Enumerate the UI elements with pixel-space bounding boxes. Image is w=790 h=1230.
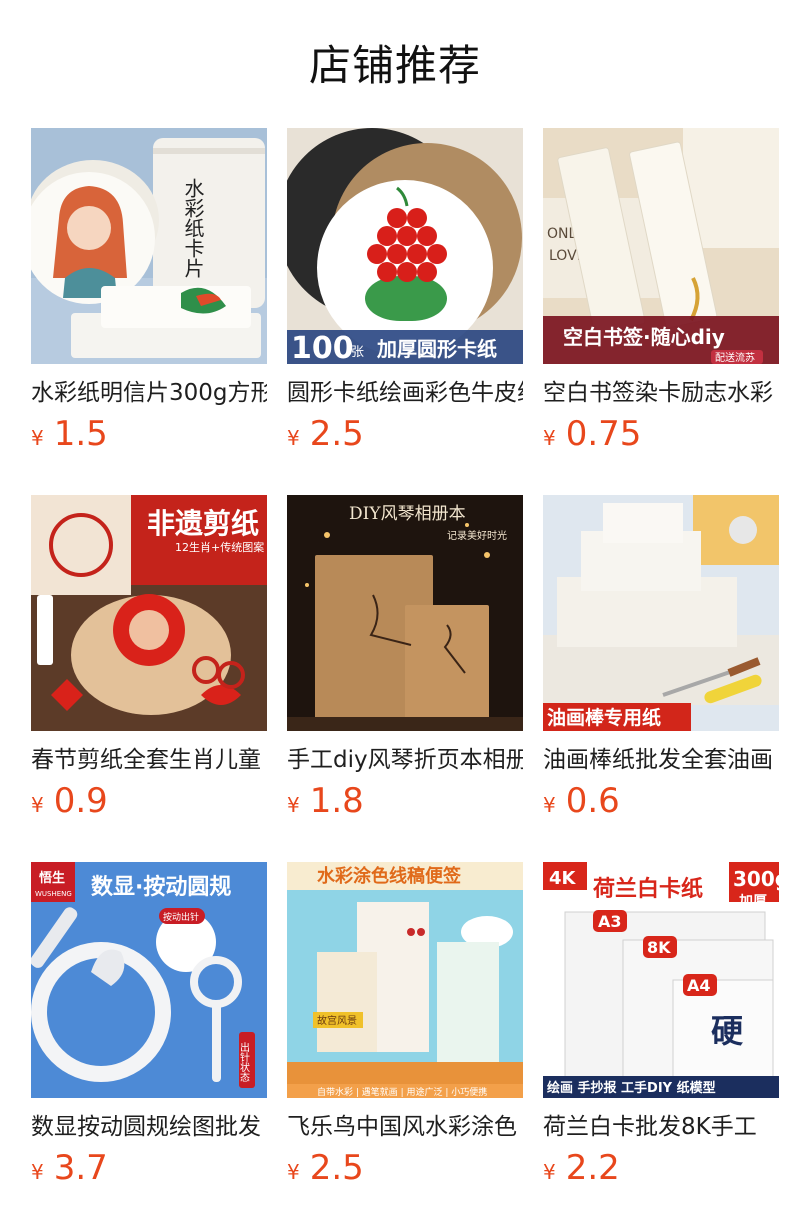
price-value: 2.5 <box>309 414 364 454</box>
product-image: 油画棒专用纸 <box>543 495 779 731</box>
thick-text: 加厚 <box>738 894 767 910</box>
product-image: ONLY ME LOVE YO 空白书签·随心diy 配送流苏 <box>543 128 779 364</box>
banner-number: 100 <box>291 331 354 364</box>
currency-symbol: ¥ <box>287 1160 300 1184</box>
label-4k: 4K <box>549 868 577 889</box>
label-a4: A4 <box>687 976 711 995</box>
overlay-title: 数显·按动圆规 <box>91 874 231 900</box>
product-name: 水彩纸明信片300g方形 <box>31 380 267 406</box>
product-price: ¥2.5 <box>287 414 364 454</box>
product-card[interactable]: DIY风琴相册本 记录美好时光 手工diy风琴折页本相册 ¥1.8 <box>287 495 523 825</box>
product-image: 悟生 WUSHENG 数显·按动圆规 按动出针 出针状态 <box>31 862 267 1098</box>
product-name: 数显按动圆规绘图批发 <box>31 1114 261 1140</box>
product-card[interactable]: 非遗剪纸 12生肖+传统图案 春节剪纸全套生肖儿童 ¥0.9 <box>31 495 267 825</box>
product-price: ¥3.7 <box>31 1148 108 1188</box>
product-price: ¥1.8 <box>287 781 364 821</box>
product-card[interactable]: 水彩涂色线稿便签 故宫风景 自带水彩 | 遇笔就画 | 用途广泛 | 小巧便携 … <box>287 862 523 1192</box>
product-image: 水彩纸卡片 <box>31 128 267 364</box>
currency-symbol: ¥ <box>543 793 556 817</box>
overlay-title: 水彩涂色线稿便签 <box>317 865 462 887</box>
overlay-title: DIY风琴相册本 <box>349 504 466 524</box>
weight-text: 300g <box>733 867 779 891</box>
product-card[interactable]: 水彩纸卡片 水彩纸明信片300g方形 ¥1.5 <box>31 128 267 458</box>
label-a3: A3 <box>598 912 622 931</box>
product-name: 飞乐鸟中国风水彩涂色 <box>287 1114 517 1140</box>
product-image: DIY风琴相册本 记录美好时光 <box>287 495 523 731</box>
product-name: 手工diy风琴折页本相册 <box>287 747 523 773</box>
price-value: 2.5 <box>309 1148 364 1188</box>
product-price: ¥0.9 <box>31 781 108 821</box>
currency-symbol: ¥ <box>543 426 556 450</box>
overlay-subtitle: 记录美好时光 <box>447 529 507 542</box>
currency-symbol: ¥ <box>31 793 44 817</box>
product-card[interactable]: 100 张 加厚圆形卡纸 圆形卡纸绘画彩色牛皮纸 ¥2.5 <box>287 128 523 458</box>
box-text: 水彩纸卡片 <box>181 178 205 278</box>
book-text: 故宫风景 <box>317 1014 357 1027</box>
product-card[interactable]: 4K 荷兰白卡纸 300g 加厚 A3 8K A4 硬 绘画 手抄报 工手DIY… <box>543 862 779 1192</box>
currency-symbol: ¥ <box>287 426 300 450</box>
currency-symbol: ¥ <box>31 426 44 450</box>
overlay-subtitle: 12生肖+传统图案 <box>175 540 264 554</box>
price-value: 0.75 <box>565 414 642 454</box>
product-image: 100 张 加厚圆形卡纸 <box>287 128 523 364</box>
product-name: 圆形卡纸绘画彩色牛皮纸 <box>287 380 523 406</box>
product-price: ¥0.6 <box>543 781 620 821</box>
price-value: 3.7 <box>53 1148 108 1188</box>
product-image: 非遗剪纸 12生肖+传统图案 <box>31 495 267 731</box>
currency-symbol: ¥ <box>31 1160 44 1184</box>
product-price: ¥2.5 <box>287 1148 364 1188</box>
product-name: 荷兰白卡批发8K手工 <box>543 1114 757 1140</box>
product-image: 4K 荷兰白卡纸 300g 加厚 A3 8K A4 硬 绘画 手抄报 工手DIY… <box>543 862 779 1098</box>
banner-text: 油画棒专用纸 <box>547 706 661 729</box>
price-value: 2.2 <box>565 1148 620 1188</box>
side-text: 出针状态 <box>238 1041 250 1082</box>
footer-text: 自带水彩 | 遇笔就画 | 用途广泛 | 小巧便携 <box>317 1086 487 1098</box>
product-price: ¥1.5 <box>31 414 108 454</box>
price-value: 0.9 <box>53 781 108 821</box>
product-card[interactable]: ONLY ME LOVE YO 空白书签·随心diy 配送流苏 空白书签染卡励志… <box>543 128 779 458</box>
banner-unit: 张 <box>351 345 364 360</box>
brand-english: WUSHENG <box>35 890 72 898</box>
tag-text: 按动出针 <box>163 911 199 923</box>
footer-text: 绘画 手抄报 工手DIY 纸模型 <box>547 1080 716 1096</box>
label-8k: 8K <box>647 938 671 957</box>
product-image: 水彩涂色线稿便签 故宫风景 自带水彩 | 遇笔就画 | 用途广泛 | 小巧便携 <box>287 862 523 1098</box>
tag-text: 配送流苏 <box>715 351 755 364</box>
currency-symbol: ¥ <box>543 1160 556 1184</box>
overlay-title: 非遗剪纸 <box>147 507 259 540</box>
price-value: 0.6 <box>565 781 620 821</box>
banner-text: 加厚圆形卡纸 <box>376 337 497 361</box>
price-value: 1.5 <box>53 414 108 454</box>
hard-text: 硬 <box>711 1012 744 1050</box>
price-value: 1.8 <box>309 781 364 821</box>
brand-logo: 悟生 <box>39 870 65 886</box>
product-name: 春节剪纸全套生肖儿童 <box>31 747 261 773</box>
currency-symbol: ¥ <box>287 793 300 817</box>
overlay-title: 荷兰白卡纸 <box>593 876 703 902</box>
product-price: ¥2.2 <box>543 1148 620 1188</box>
product-price: ¥0.75 <box>543 414 641 454</box>
page-title: 店铺推荐 <box>308 41 481 90</box>
product-name: 油画棒纸批发全套油画 <box>543 747 773 773</box>
product-card[interactable]: 油画棒专用纸 油画棒纸批发全套油画 ¥0.6 <box>543 495 779 825</box>
product-card[interactable]: 悟生 WUSHENG 数显·按动圆规 按动出针 出针状态 数显按动圆规绘图批发 … <box>31 862 267 1192</box>
product-name: 空白书签染卡励志水彩 <box>543 380 773 406</box>
banner-text: 空白书签·随心diy <box>563 325 725 349</box>
